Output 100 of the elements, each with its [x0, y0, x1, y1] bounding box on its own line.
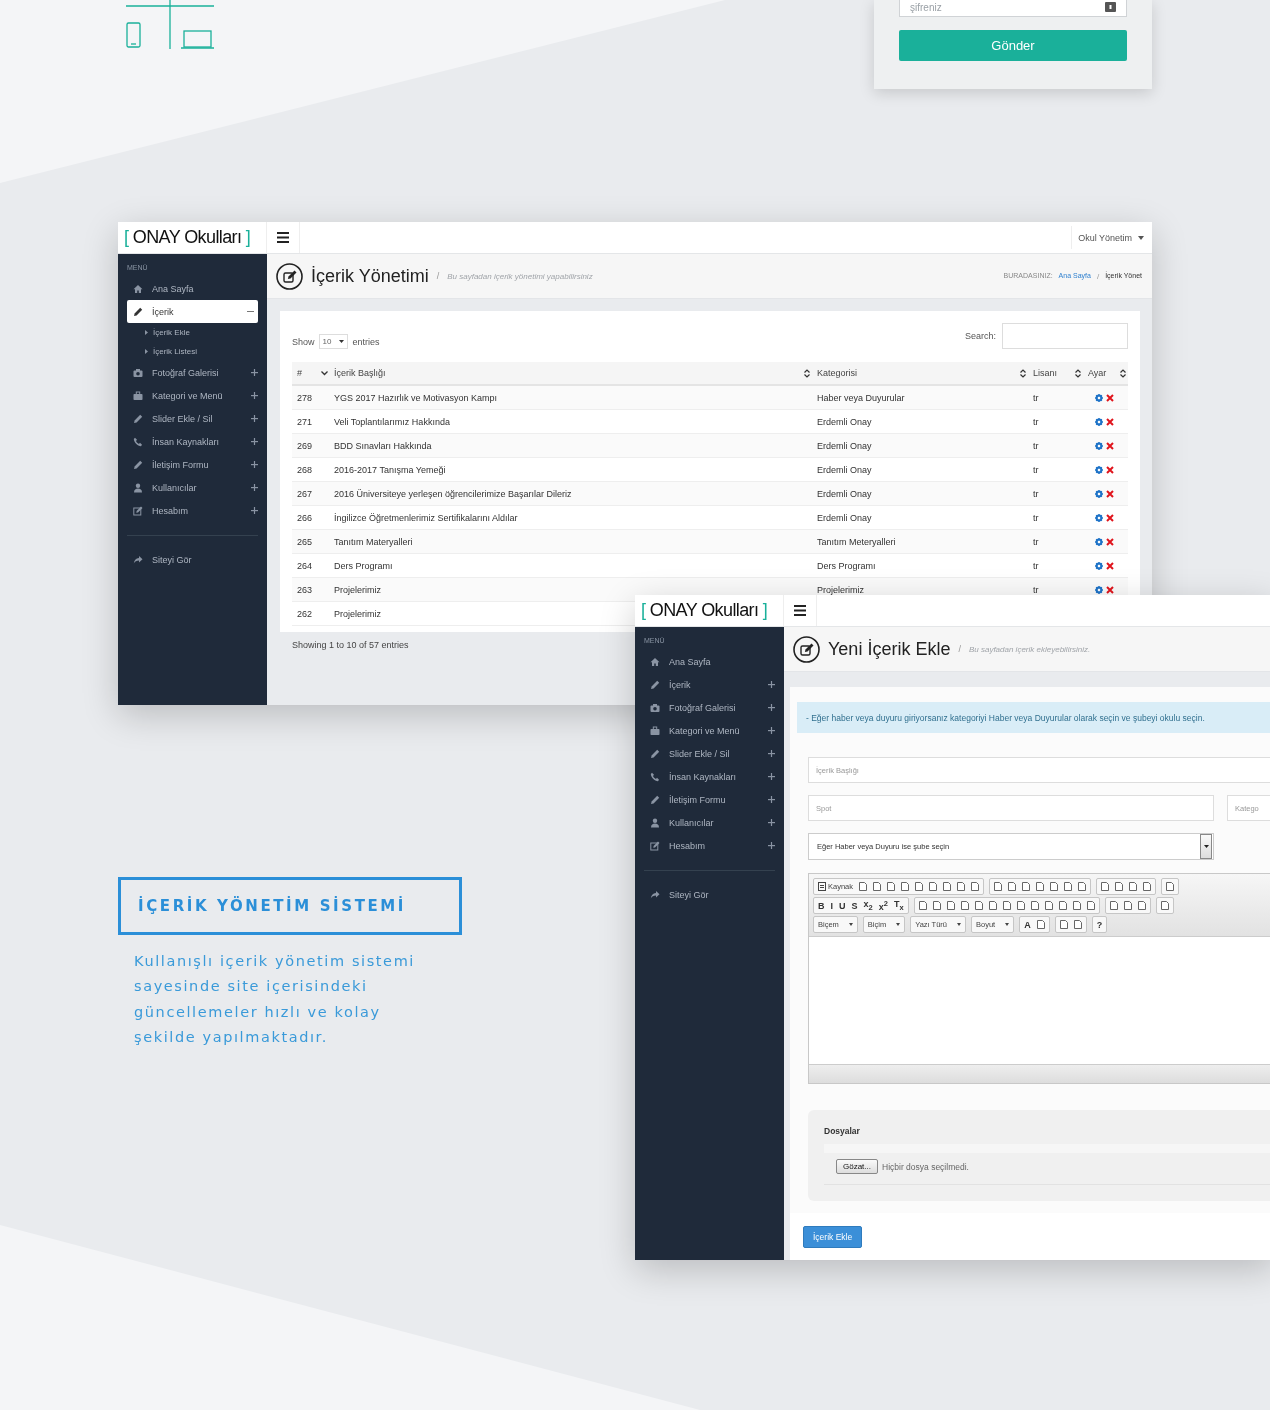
logo: [ ONAY Okulları ] [124, 227, 251, 248]
page-length-select[interactable]: 10 [318, 334, 349, 349]
sidebar-item[interactable]: Kullanıcılar [635, 811, 784, 834]
sidebar-item[interactable]: Hesabım [635, 834, 784, 857]
sidebar-item[interactable]: İnsan Kaynakları [118, 430, 267, 453]
page-subtitle: Bu sayfadan içerik yönetimi yapabilirsiniz [447, 271, 593, 281]
sidebar-item[interactable]: Ana Sayfa [118, 277, 267, 300]
document-icon[interactable] [1166, 882, 1175, 891]
format-button[interactable]: x$^{2}$ [878, 899, 888, 912]
table-cell: tr [1028, 434, 1083, 458]
sidebar-item[interactable]: İçerik [127, 300, 258, 323]
sidebar-item[interactable]: Kullanıcılar [118, 476, 267, 499]
column-header[interactable]: Lisanı [1028, 362, 1083, 386]
cross-icon [1106, 441, 1114, 450]
gear-icon [1095, 537, 1103, 546]
format-button[interactable]: B [818, 900, 825, 911]
sidebar-item[interactable]: Ana Sayfa [635, 650, 784, 673]
sidebar-item[interactable]: İçerik [635, 673, 784, 696]
menu-icon [277, 232, 289, 243]
sidebar-item[interactable]: Siteyi Gör [635, 883, 784, 906]
table-cell: 2016 Üniversiteye yerleşen öğrencilerimize Başarılar Dileriz [330, 482, 812, 506]
pencil-icon [650, 794, 660, 805]
format-button[interactable]: A [1024, 919, 1031, 930]
table-cell: Erdemli Onay [812, 482, 1028, 506]
share-icon [133, 554, 143, 565]
gear-icon [1095, 465, 1103, 474]
column-header[interactable]: # [292, 362, 330, 386]
user-menu[interactable]: Okul Yönetim [1071, 226, 1152, 249]
search-label: Search: [964, 331, 996, 341]
pencil-icon [650, 748, 660, 759]
sidebar-item[interactable]: Hesabım [118, 499, 267, 522]
document-icon[interactable] [1036, 920, 1045, 929]
home-icon [133, 283, 143, 294]
gear-icon [1095, 417, 1103, 426]
caret-down-icon [339, 340, 345, 343]
caret-right-icon [145, 330, 148, 335]
column-header[interactable]: Ayar [1083, 362, 1128, 386]
logo: [ ONAY Okulları ] [641, 600, 768, 621]
table-cell: tr [1028, 386, 1083, 410]
table-cell: Tanıtım Materyalleri [330, 530, 812, 554]
document-icon[interactable] [1160, 901, 1169, 910]
briefcase-icon [133, 390, 143, 401]
column-header[interactable]: Kategorisi [812, 362, 1028, 386]
user-icon [133, 482, 143, 493]
column-header[interactable]: İçerik Başlığı [330, 362, 812, 386]
feature-title: İÇERİK YÖNETİM SİSTEMİ [118, 877, 462, 935]
cross-icon [1106, 513, 1114, 522]
edit-icon [133, 505, 143, 516]
format-button[interactable]: U [839, 900, 846, 911]
table-cell: 263 [292, 578, 330, 602]
table-cell: Erdemli Onay [812, 434, 1028, 458]
pencil-icon [133, 306, 143, 317]
format-button[interactable]: S [851, 900, 858, 911]
title-separator: / [436, 271, 440, 281]
sidebar-item[interactable]: Slider Ekle / Sil [118, 407, 267, 430]
caret-down-icon [1138, 235, 1144, 240]
format-button[interactable]: ? [1096, 919, 1103, 930]
cross-icon [1106, 465, 1114, 474]
table-cell: tr [1028, 482, 1083, 506]
edit-icon [650, 840, 660, 851]
page-subtitle: Bu sayfadan içerik ekleyebilirsiniz. [968, 644, 1091, 654]
document-icon [818, 882, 826, 891]
submenu-item[interactable]: İçerik Listesi [118, 342, 267, 361]
sidebar-item[interactable]: İletişim Formu [635, 788, 784, 811]
caret-down-icon [896, 923, 901, 926]
briefcase-icon [650, 725, 660, 736]
format-button[interactable]: x$_{2}$ [863, 899, 873, 912]
cross-icon [1106, 489, 1114, 498]
table-cell: Tanıtım Meteryalleri [812, 530, 1028, 554]
info-alert: - Eğer haber veya duyuru giriyorsanız kategoriyi Haber veya Duyurular olarak seçin ve şubeyi okulu seçin. [797, 702, 1270, 733]
search-field[interactable] [1002, 323, 1128, 349]
sidebar-item[interactable]: Siteyi Gör [118, 548, 267, 571]
home-icon [650, 656, 660, 667]
menu-icon [794, 605, 806, 616]
breadcrumb-separator: / [1096, 271, 1100, 281]
submenu-item[interactable]: İçerik Ekle [118, 323, 267, 342]
cross-icon [1106, 561, 1114, 570]
table-cell: 265 [292, 530, 330, 554]
show-label: Show [292, 336, 315, 347]
title-separator: / [958, 644, 961, 654]
sidebar-item[interactable]: Fotoğraf Galerisi [635, 696, 784, 719]
cross-icon [1106, 417, 1114, 426]
sidebar-item[interactable]: Kategori ve Menü [118, 384, 267, 407]
page-title: Yeni İçerik Ekle [828, 638, 951, 660]
phone-icon [650, 771, 660, 782]
lock-icon [1105, 2, 1116, 12]
sidebar-item[interactable]: Kategori ve Menü [635, 719, 784, 742]
browse-button[interactable]: Gözat... [836, 1159, 878, 1174]
table-cell: 278 [292, 386, 330, 410]
sidebar-item[interactable]: İletişim Formu [118, 453, 267, 476]
sidebar-item[interactable]: Slider Ekle / Sil [635, 742, 784, 765]
sidebar-item[interactable]: İnsan Kaynakları [635, 765, 784, 788]
format-button[interactable]: I [830, 900, 833, 911]
table-cell: 269 [292, 434, 330, 458]
sidebar-item[interactable]: Fotoğraf Galerisi [118, 361, 267, 384]
format-button[interactable]: T$_{x}$ [893, 899, 904, 912]
gear-icon [1095, 489, 1103, 498]
user-icon [650, 817, 660, 828]
entries-label: entries [352, 336, 380, 347]
caret-down-icon [1005, 923, 1010, 926]
